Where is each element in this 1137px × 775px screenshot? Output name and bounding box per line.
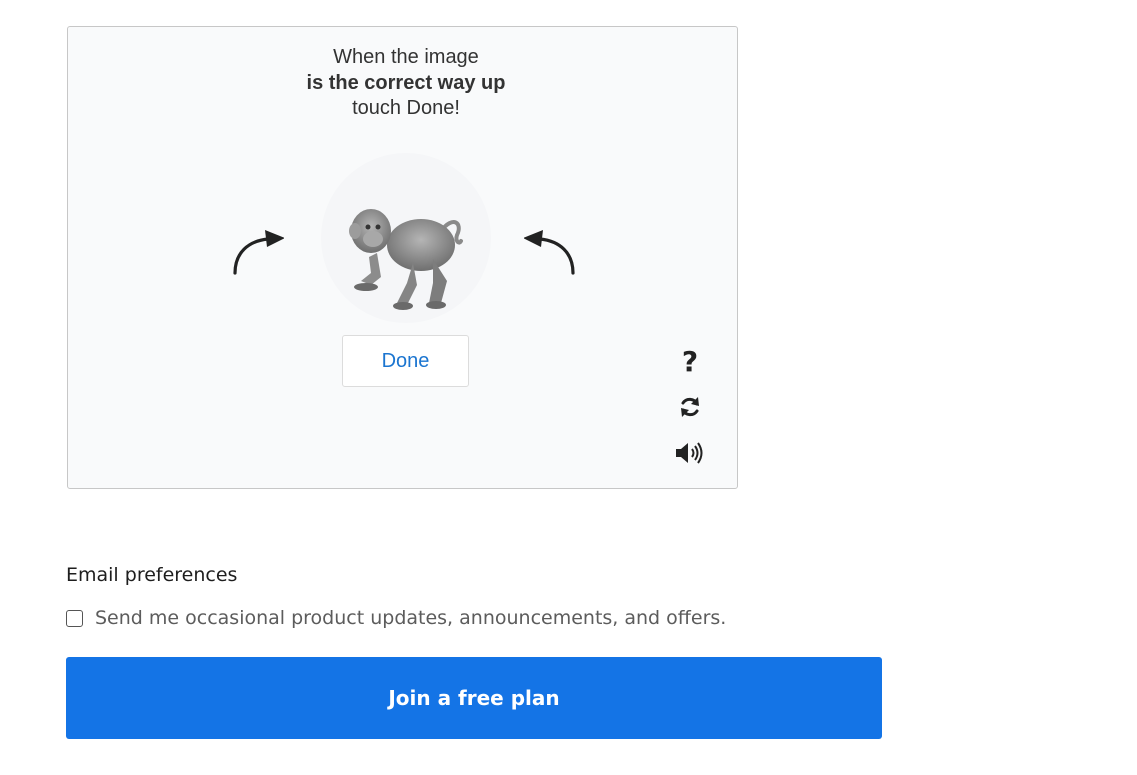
refresh-icon[interactable] (674, 391, 706, 423)
marketing-optin-checkbox[interactable] (66, 609, 83, 627)
done-button[interactable]: Done (342, 335, 469, 387)
captcha-panel: When the image is the correct way up tou… (67, 26, 738, 489)
marketing-optin: Send me occasional product updates, anno… (66, 607, 726, 629)
curved-arrow-left-icon (233, 230, 285, 275)
rotate-left-button[interactable] (228, 227, 285, 277)
captcha-instructions: When the image is the correct way up tou… (68, 45, 744, 122)
instruction-line-2: is the correct way up (306, 71, 506, 94)
instruction-line-1: When the image (333, 46, 479, 68)
instruction-line-3: touch Done! (352, 97, 460, 119)
captcha-image (321, 153, 491, 323)
monkey-image (349, 209, 463, 310)
join-free-plan-button[interactable]: Join a free plan (66, 657, 882, 739)
rotate-right-button[interactable] (523, 227, 580, 277)
help-icon[interactable]: ? (674, 345, 706, 378)
email-preferences-heading: Email preferences (66, 564, 238, 586)
speaker-icon[interactable] (674, 437, 706, 469)
curved-arrow-right-icon (523, 230, 575, 275)
marketing-optin-label[interactable]: Send me occasional product updates, anno… (95, 607, 726, 629)
